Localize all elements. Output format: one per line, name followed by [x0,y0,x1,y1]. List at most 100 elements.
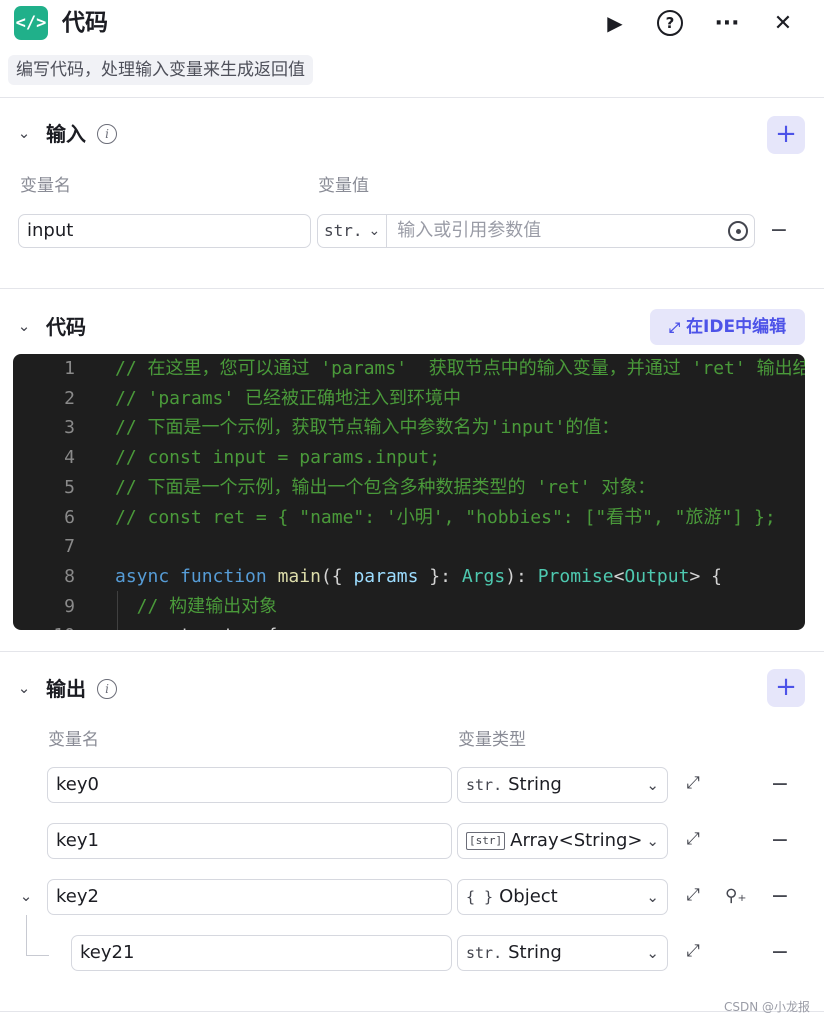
add-child-icon[interactable]: ⚲₊ [725,886,746,906]
divider [0,288,824,289]
expand-icon[interactable]: ⤢ [681,829,705,849]
chevron-down-icon[interactable]: ⌄ [15,124,33,142]
type-prefix-label: str. [466,776,503,794]
chevron-down-icon[interactable]: ⌄ [15,679,33,697]
type-prefix-label: { } [466,888,494,906]
expand-icon[interactable]: ⤢ [681,773,705,793]
line-number: 2 [64,387,75,409]
remove-output-button[interactable]: − [769,830,791,852]
value-type-selector[interactable]: str. ⌄ [318,215,388,247]
code-line: async function main({ params }: Args): P… [115,562,722,592]
input-var-name-field[interactable]: input [18,214,311,248]
edit-in-ide-label: 在IDE中编辑 [686,317,787,337]
expand-icon[interactable]: ⤢ [681,885,705,905]
value-type-label: str. [324,221,363,240]
more-icon-glyph: ··· [714,10,740,36]
output-var-type-select[interactable]: str. String ⌄ [457,935,668,971]
add-input-button[interactable]: + [767,116,805,154]
output-var-type-select[interactable]: str. String ⌄ [457,767,668,803]
input-col-value-header: 变量值 [318,176,369,196]
output-section-title: 输出 [46,677,86,701]
info-icon[interactable]: i [97,124,117,144]
output-var-name-field[interactable]: key2 [47,879,452,915]
node-title[interactable]: 代码 [62,7,108,39]
code-editor[interactable]: 1 2 3 4 5 6 7 8 9 10 // 在这里，您可以通过 'param… [13,354,805,630]
input-col-name-header: 变量名 [20,176,71,196]
output-var-type-select[interactable]: { } Object ⌄ [457,879,668,915]
type-label: Object [499,886,558,907]
code-token-punct: ): [505,565,538,587]
tree-connector [26,915,49,956]
code-line: // 'params' 已经被正确地注入到环境中 [115,387,462,409]
help-icon-glyph: ? [657,10,683,36]
close-icon-glyph: ✕ [773,10,793,36]
code-line: // 在这里，您可以通过 'params' 获取节点中的输入变量，并通过 're… [115,358,805,379]
line-number: 8 [64,565,75,587]
code-line: // const ret = { "name": '小明', "hobbies"… [115,506,776,528]
remove-input-button[interactable]: − [768,220,790,242]
code-token-punct: ({ [320,565,354,587]
code-line: const ret = { [115,621,278,630]
remove-output-button[interactable]: − [769,886,791,908]
add-output-button[interactable]: + [767,669,805,707]
code-line: // 下面是一个示例，输出一个包含多种数据类型的 'ret' 对象： [115,476,656,498]
divider [0,1011,824,1012]
code-line: // 构建输出对象 [115,595,278,617]
output-col-type-header: 变量类型 [458,730,526,750]
code-section-title: 代码 [46,315,86,339]
run-icon-glyph: ▶ [607,11,623,35]
more-icon[interactable]: ··· [712,8,742,38]
code-node-icon: </> [14,6,48,40]
type-prefix-label: str. [466,944,503,962]
node-description[interactable]: 编写代码，处理输入变量来生成返回值 [8,55,313,85]
code-token-type: Output [624,565,690,587]
code-token-keyword: async function [115,565,267,587]
chevron-down-icon: ⌄ [646,944,659,962]
close-icon[interactable]: ✕ [768,8,798,38]
chevron-down-icon[interactable]: ⌄ [17,887,35,905]
line-number: 5 [64,476,75,498]
help-icon[interactable]: ? [655,8,685,38]
line-number: 1 [64,358,75,379]
indent-guide [117,591,118,630]
output-var-name-field[interactable]: key0 [47,767,452,803]
watermark: CSDN @小龙报 [723,1000,810,1014]
expand-icon[interactable]: ⤢ [681,941,705,961]
remove-output-button[interactable]: − [769,942,791,964]
divider [0,97,824,98]
type-prefix-label: [str] [466,832,506,850]
code-line: // const input = params.input; [115,447,441,469]
chevron-down-icon: ⌄ [646,832,659,850]
code-line: // 下面是一个示例，获取节点输入中参数名为'input'的值： [115,417,620,439]
output-var-name-field[interactable]: key1 [47,823,452,859]
code-token-param: params [353,565,419,587]
output-var-type-select[interactable]: [str] Array<String> ⌄ [457,823,668,859]
line-number: 4 [64,447,75,469]
code-token-function: main [277,565,321,587]
chevron-down-icon: ⌄ [368,223,381,239]
output-var-name-field[interactable]: key21 [71,935,452,971]
info-icon[interactable]: i [97,679,117,699]
chevron-down-icon: ⌄ [646,888,659,906]
chevron-down-icon: ⌄ [646,776,659,794]
remove-output-button[interactable]: − [769,774,791,796]
code-token-type: Args [461,565,506,587]
code-token-punct: < [613,565,625,587]
code-node-icon-glyph: </> [15,13,47,33]
type-label: String [508,942,562,963]
chevron-down-icon[interactable]: ⌄ [15,317,33,335]
run-icon[interactable]: ▶ [600,8,630,38]
line-number: 3 [64,417,75,439]
expand-icon: ⤢ [668,320,681,336]
value-placeholder: 输入或引用参数值 [397,220,542,241]
divider [0,651,824,652]
node-header: </> 代码 ▶ ? ··· ✕ [0,0,824,46]
line-number: 6 [64,506,75,528]
input-section-title: 输入 [46,122,86,146]
code-token-punct: }: [418,565,462,587]
reference-variable-icon[interactable] [728,221,748,241]
input-var-value-field[interactable]: str. ⌄ 输入或引用参数值 [317,214,755,248]
line-number: 10 [13,621,75,630]
line-number: 9 [64,595,75,617]
edit-in-ide-button[interactable]: ⤢ 在IDE中编辑 [650,309,805,345]
